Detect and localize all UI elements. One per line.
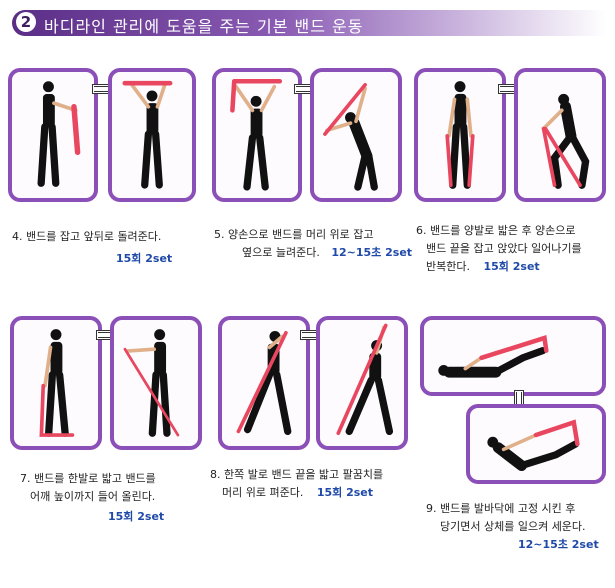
caption-line: 당기면서 상체를 일으켜 세운다.: [440, 520, 586, 533]
caption-ex8: 8. 한쪽 발로 밴드 끝을 밟고 팔꿈치를 머리 위로 펴준다. 15회 2s…: [210, 466, 383, 502]
photo-ex8-a: [218, 316, 310, 450]
photo-ex7-b: [110, 316, 202, 450]
caption-ex7: 7. 밴드를 한발로 밟고 밴드를 어깨 높이까지 들어 올린다. 15회 2s…: [20, 470, 164, 526]
photo-ex8-b: [316, 316, 408, 450]
reps-label: 15회 2set: [116, 252, 173, 265]
reps-label: 12~15초 2set: [331, 246, 413, 259]
caption-ex5: 5. 양손으로 밴드를 머리 위로 잡고 옆으로 늘려준다. 12~15초 2s…: [214, 226, 412, 262]
photo-ex6-a: [414, 68, 506, 202]
photo-ex4-b: [108, 68, 196, 202]
section-header: 2 바디라인 관리에 도움을 주는 기본 밴드 운동: [12, 10, 607, 36]
photo-ex5-b: [310, 68, 402, 202]
section-title: 바디라인 관리에 도움을 주는 기본 밴드 운동: [44, 17, 364, 36]
caption-line: 밴드 끝을 잡고 앉았다 일어나기를: [426, 242, 582, 255]
caption-line: 어깨 높이까지 들어 올린다.: [30, 490, 156, 503]
photo-ex6-b: [514, 68, 606, 202]
reps-label: 15회 2set: [108, 510, 165, 523]
reps-label: 15회 2set: [483, 260, 540, 273]
caption-line: 5. 양손으로 밴드를 머리 위로 잡고: [214, 228, 374, 241]
photo-ex9-a: [420, 316, 606, 396]
photo-ex5-a: [212, 68, 302, 202]
photo-ex4-a: [8, 68, 98, 202]
reps-label: 15회 2set: [316, 486, 374, 499]
caption-line: 9. 밴드를 발바닥에 고정 시킨 후: [426, 502, 576, 515]
caption-line: 6. 밴드를 양발로 밟은 후 양손으로: [416, 224, 576, 237]
reps-label: 12~15초 2set: [518, 538, 599, 551]
caption-line: 8. 한쪽 발로 밴드 끝을 밟고 팔꿈치를: [210, 468, 384, 481]
caption-ex4: 4. 밴드를 잡고 앞뒤로 돌려준다. 15회 2set: [12, 228, 172, 268]
caption-line: 7. 밴드를 한발로 밟고 밴드를: [20, 472, 156, 485]
section-number: 2: [16, 12, 36, 32]
caption-line: 반복한다.: [426, 260, 470, 273]
caption-line: 4. 밴드를 잡고 앞뒤로 돌려준다.: [12, 230, 162, 243]
caption-line: 머리 위로 펴준다.: [222, 486, 304, 499]
caption-ex6: 6. 밴드를 양발로 밟은 후 양손으로 밴드 끝을 잡고 앉았다 일어나기를 …: [416, 222, 582, 276]
photo-ex9-b: [466, 404, 606, 484]
caption-line: 옆으로 늘려준다.: [242, 246, 320, 259]
photo-ex7-a: [10, 316, 102, 450]
caption-ex9: 9. 밴드를 발바닥에 고정 시킨 후 당기면서 상체를 일으켜 세운다. 12…: [426, 500, 599, 554]
